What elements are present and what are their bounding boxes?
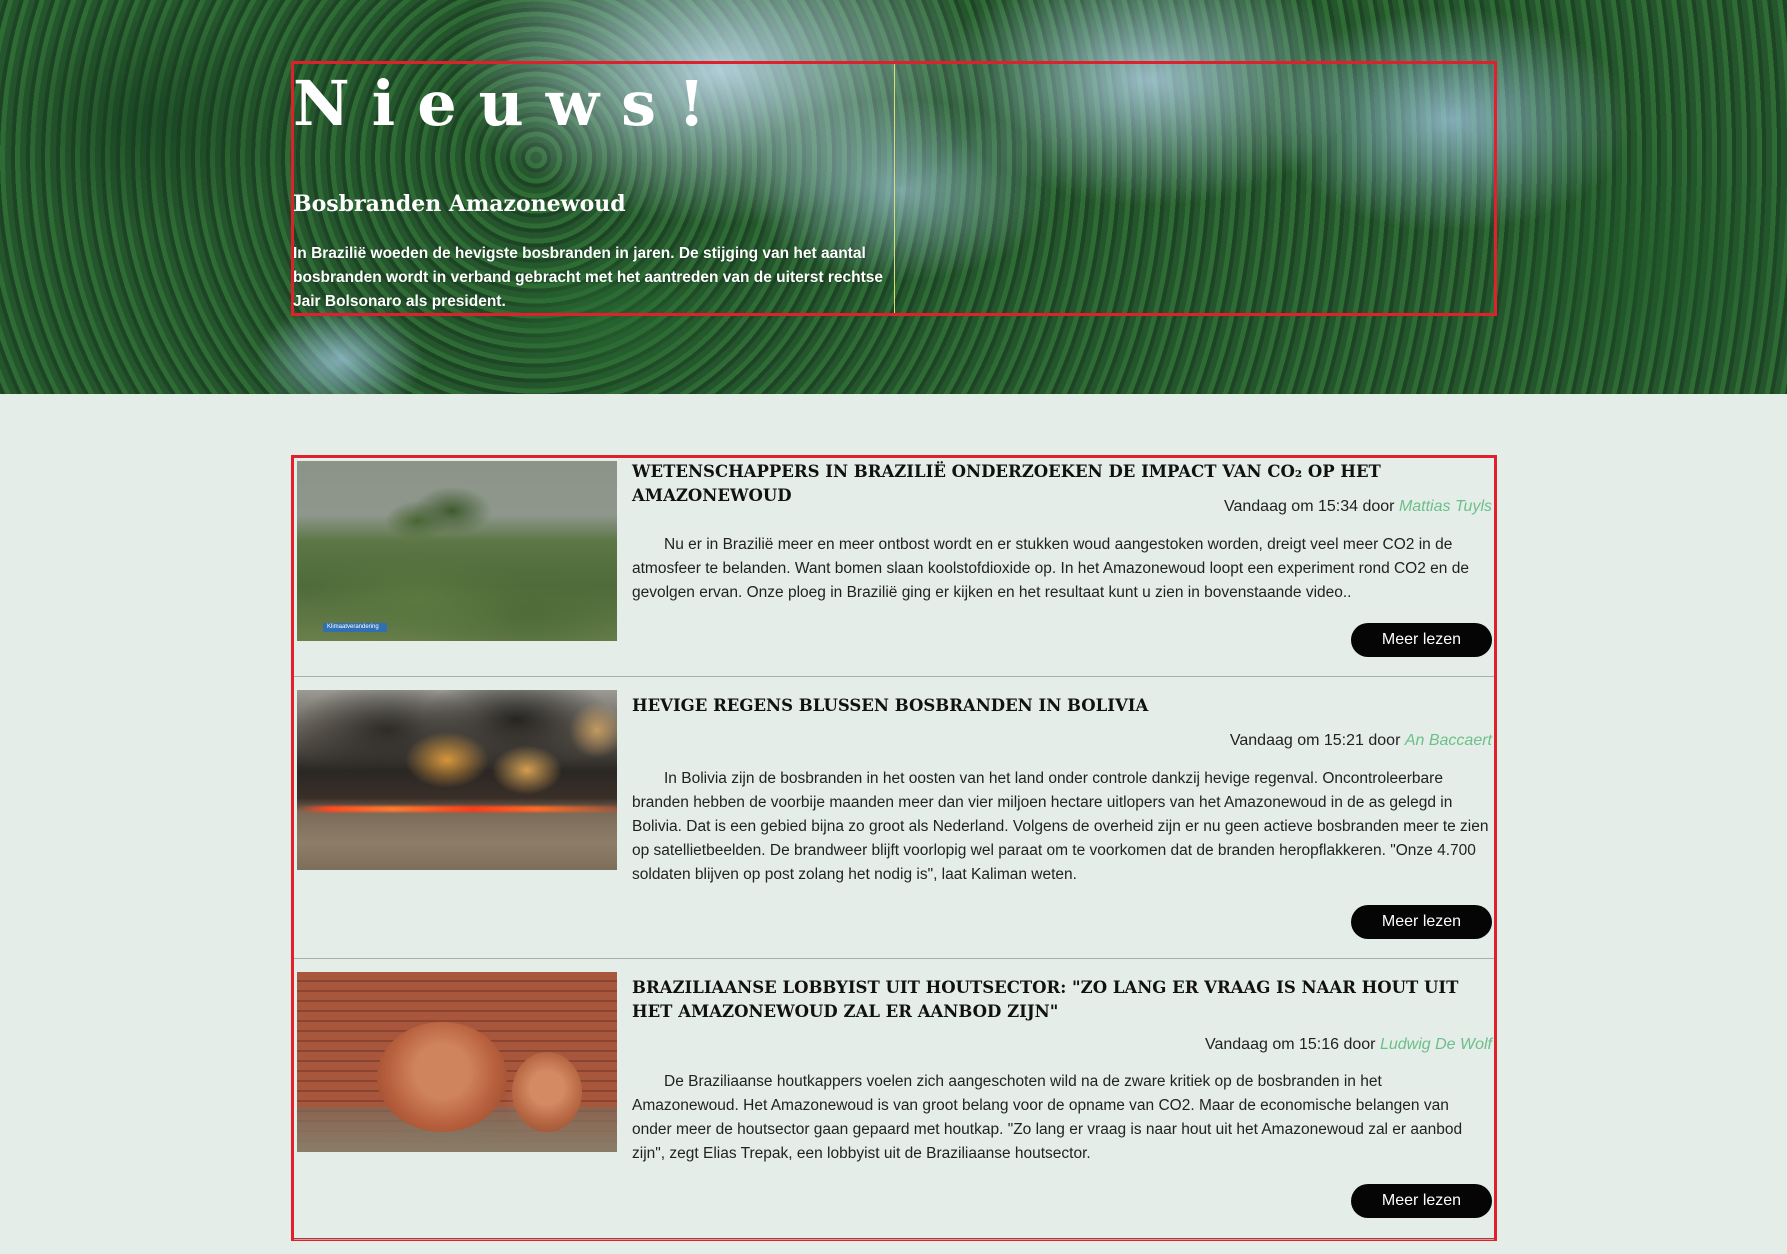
article-author-link[interactable]: An Baccaert (1405, 732, 1492, 749)
article-timestamp: Vandaag om 15:34 door (1223, 498, 1399, 515)
article-list: Klimaatverandering Wetenschappers in Bra… (291, 455, 1497, 1241)
image-log (512, 1052, 582, 1132)
article-timestamp: Vandaag om 15:16 door (1205, 1036, 1380, 1053)
hero-subtitle: Bosbranden Amazonewoud (293, 191, 626, 217)
article-author-link[interactable]: Ludwig De Wolf (1380, 1036, 1492, 1053)
article-title[interactable]: Hevige regens blussen bosbranden in Boli… (632, 694, 1492, 718)
article-image[interactable] (297, 972, 617, 1152)
article-timestamp: Vandaag om 15:21 door (1229, 732, 1405, 749)
article-title[interactable]: Braziliaanse lobbyist uit houtsector: "Z… (632, 976, 1492, 1024)
article-meta: Vandaag om 15:21 door An Baccaert (1230, 732, 1492, 750)
article-meta: Vandaag om 15:16 door Ludwig De Wolf (1205, 1036, 1492, 1054)
article-image[interactable] (297, 690, 617, 870)
hero-divider (894, 64, 895, 313)
article-body: In Bolivia zijn de bosbranden in het oos… (632, 770, 1489, 883)
article-item: Hevige regens blussen bosbranden in Boli… (294, 677, 1494, 959)
article-item: Klimaatverandering Wetenschappers in Bra… (294, 458, 1494, 677)
image-log (377, 1022, 507, 1132)
read-more-button[interactable]: Meer lezen (1351, 623, 1492, 657)
article-meta: Vandaag om 15:34 door Mattias Tuyls (1224, 498, 1492, 516)
article-item: Braziliaanse lobbyist uit houtsector: "Z… (294, 959, 1494, 1240)
hero-banner: Nieuws! Bosbranden Amazonewoud In Brazil… (0, 0, 1787, 394)
article-body: Nu er in Brazilië meer en meer ontbost w… (632, 536, 1469, 601)
fire-line (297, 806, 617, 812)
image-tag: Klimaatverandering (323, 623, 387, 632)
article-author-link[interactable]: Mattias Tuyls (1399, 498, 1492, 515)
read-more-button[interactable]: Meer lezen (1351, 1184, 1492, 1218)
hero-intro-text: In Brazilië woeden de hevigste bosbrande… (293, 245, 883, 310)
article-image[interactable]: Klimaatverandering (297, 461, 617, 641)
page-title: Nieuws! (293, 67, 728, 140)
article-body: De Braziliaanse houtkappers voelen zich … (632, 1073, 1463, 1162)
read-more-button[interactable]: Meer lezen (1351, 905, 1492, 939)
